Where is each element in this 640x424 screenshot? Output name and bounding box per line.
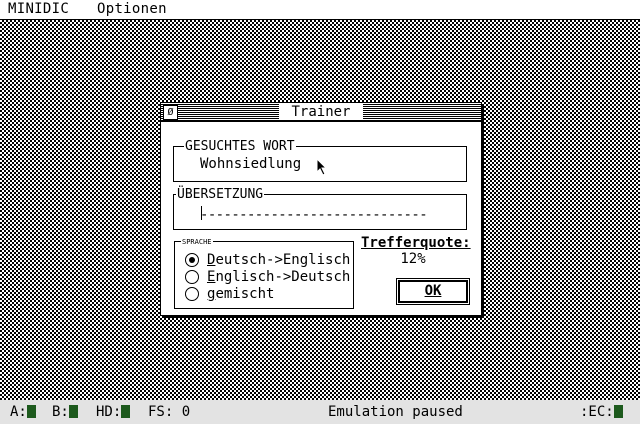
hd-led-icon: [121, 405, 131, 418]
radio-button-icon[interactable]: [185, 270, 199, 284]
translation-group: ÜBERSETZUNG: [173, 188, 467, 230]
menu-bar: MINIDIC Optionen: [0, 0, 640, 20]
emulator-status-bar: A: B: HD: FS: 0 Emulation paused :EC:: [0, 400, 640, 424]
menu-optionen[interactable]: Optionen: [95, 0, 169, 19]
radio-label: gemischt: [207, 286, 275, 302]
drive-a-led-icon: [26, 405, 36, 418]
close-box-icon[interactable]: Ø: [163, 105, 178, 120]
radio-label: Deutsch->Englisch: [207, 252, 351, 268]
status-message: Emulation paused: [328, 404, 463, 420]
radio-button-checked-icon[interactable]: [185, 253, 199, 267]
radio-label: Englisch->Deutsch: [207, 269, 351, 285]
text-cursor: [201, 206, 202, 220]
translation-label: ÜBERSETZUNG: [176, 187, 265, 202]
searched-word-value: Wohnsiedlung: [200, 156, 302, 172]
ok-button[interactable]: OK: [396, 278, 470, 305]
searched-word-label: GESUCHTES WORT: [184, 139, 296, 154]
drive-a-indicator: A:: [10, 400, 36, 424]
ec-indicator: :EC:: [580, 400, 623, 424]
drive-b-indicator: B:: [52, 400, 78, 424]
radio-button-icon[interactable]: [185, 287, 199, 301]
window-titlebar[interactable]: Ø Trainer: [161, 103, 481, 122]
mouse-pointer-icon: [316, 158, 328, 176]
hit-rate-value: 12%: [400, 251, 426, 267]
window-title: Trainer: [279, 104, 363, 120]
language-group: SPRACHE Deutsch->Englisch Englisch->Deut…: [174, 238, 354, 309]
fs-indicator: FS: 0: [148, 404, 191, 420]
ec-led-icon: [613, 405, 623, 418]
language-label: SPRACHE: [181, 238, 213, 246]
hd-indicator: HD:: [96, 400, 131, 424]
drive-b-led-icon: [68, 405, 78, 418]
hit-rate-title: Trefferquote:: [361, 235, 471, 251]
menu-minidic[interactable]: MINIDIC: [6, 0, 71, 19]
translation-input[interactable]: [200, 207, 440, 223]
trainer-window: Ø Trainer GESUCHTES WORT Wohnsiedlung ÜB…: [160, 102, 482, 316]
